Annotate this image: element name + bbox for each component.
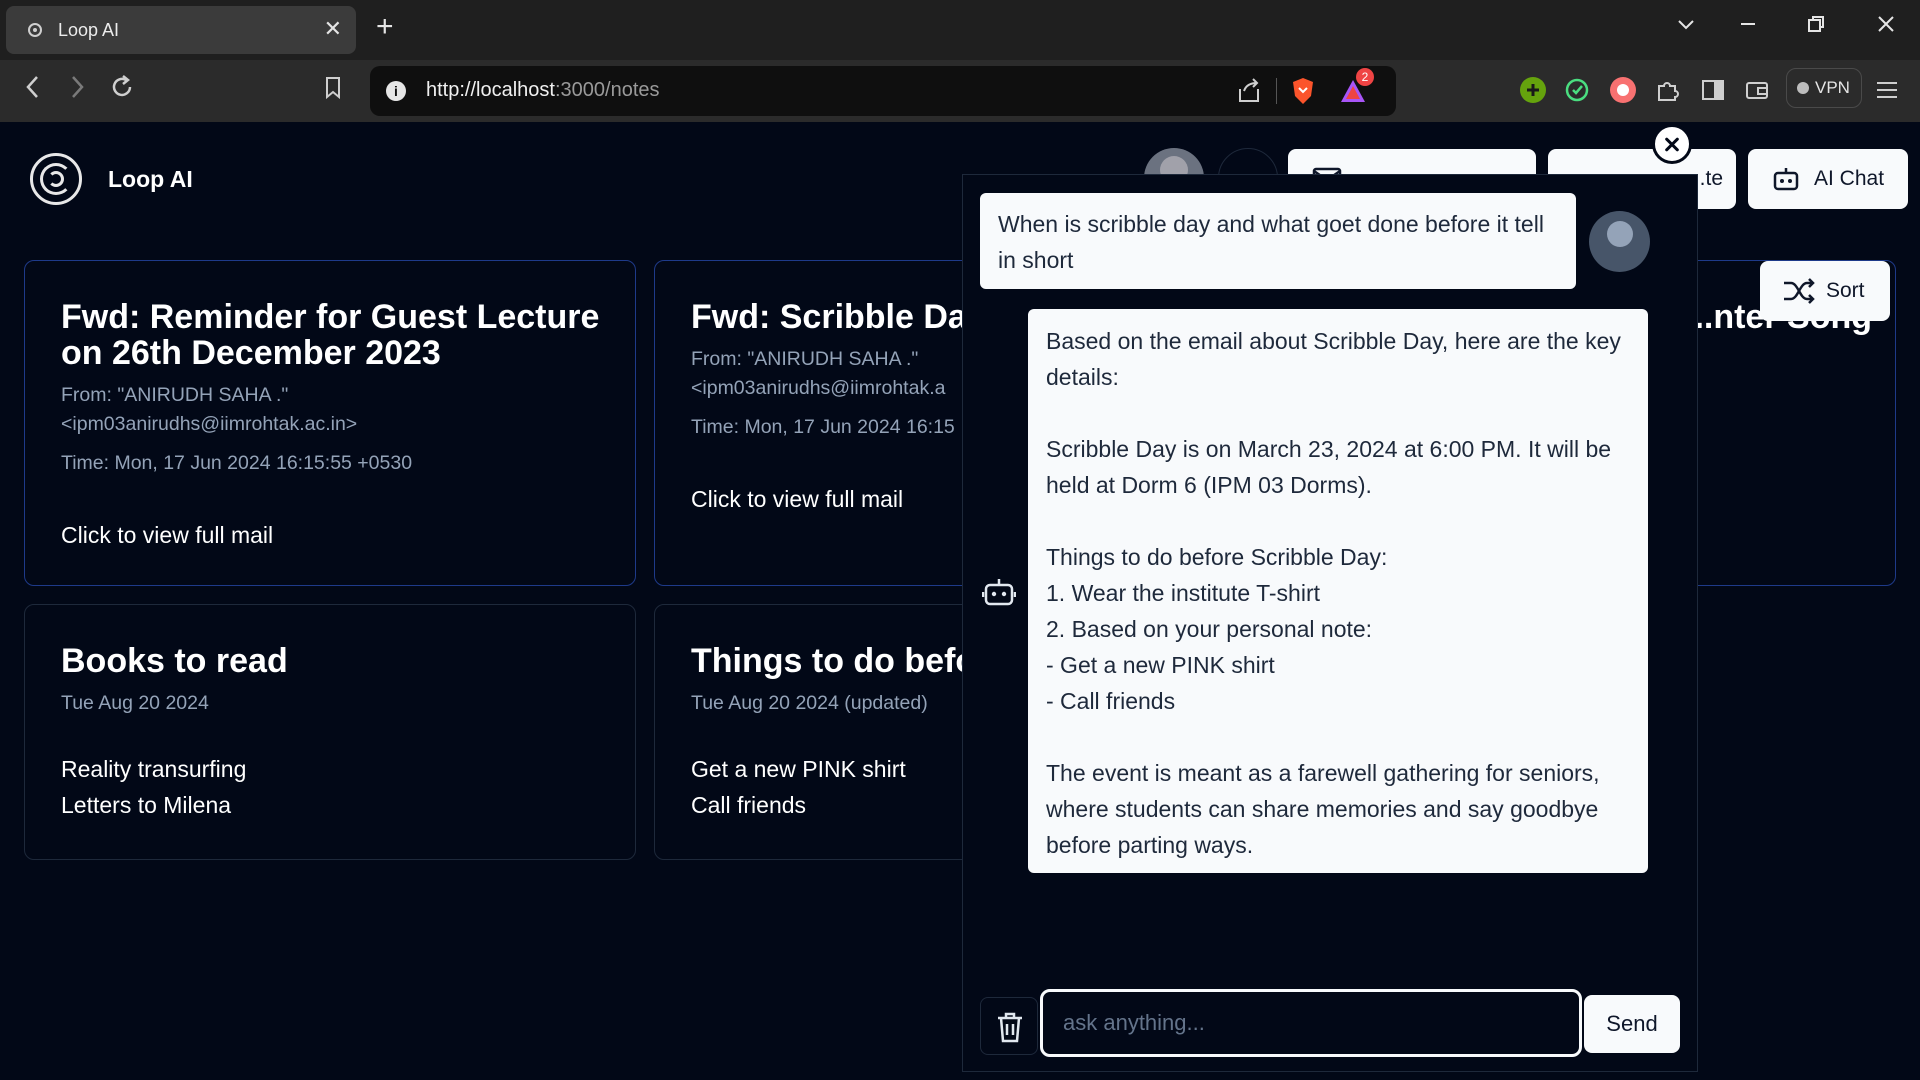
trash-icon xyxy=(998,1012,1022,1043)
browser-toolbar: i http://localhost:3000/notes 2 VPN xyxy=(0,60,1920,122)
reload-icon[interactable] xyxy=(108,72,136,110)
favicon-icon xyxy=(28,23,42,37)
chat-input[interactable] xyxy=(1040,989,1582,1057)
notification-badge: 2 xyxy=(1356,68,1374,86)
note-from: From: "ANIRUDH SAHA ." <ipm03anirudhs@ii… xyxy=(691,348,946,399)
extension-record-icon[interactable] xyxy=(1610,77,1636,103)
bot-avatar-icon xyxy=(981,576,1017,613)
tab-search-icon[interactable] xyxy=(1676,14,1696,40)
bot-message: Based on the email about Scribble Day, h… xyxy=(1028,309,1648,873)
note-content: Reality transurfing Letters to Milena xyxy=(61,756,247,818)
ai-chat-button[interactable]: AI Chat xyxy=(1748,149,1908,209)
close-tab-icon[interactable]: ✕ xyxy=(324,16,342,42)
tab-title: Loop AI xyxy=(58,20,120,40)
forward-icon[interactable] xyxy=(66,72,88,110)
note-title: Fwd: Scribble Day xyxy=(691,298,986,336)
note-date: Tue Aug 20 2024 xyxy=(61,692,209,714)
user-message-text: When is scribble day and what goet done … xyxy=(998,211,1544,273)
bookmark-icon[interactable] xyxy=(322,72,344,110)
brand-name: Loop AI xyxy=(108,166,193,192)
browser-tab[interactable]: Loop AI ✕ xyxy=(6,6,356,54)
extension-timer-icon[interactable] xyxy=(1564,77,1590,103)
note-title: Things to do befo xyxy=(691,642,977,680)
minimize-icon[interactable] xyxy=(1738,14,1758,40)
address-bar[interactable]: i http://localhost:3000/notes 2 xyxy=(370,66,1396,116)
note-title: Fwd: Reminder for Guest Lecture on 26th … xyxy=(61,298,600,372)
restore-icon[interactable] xyxy=(1806,14,1826,40)
new-tab-button[interactable]: + xyxy=(376,12,394,42)
sort-button[interactable]: Sort xyxy=(1760,261,1890,321)
extension-plus-icon[interactable] xyxy=(1520,77,1546,103)
note-from: From: "ANIRUDH SAHA ." <ipm03anirudhs@ii… xyxy=(61,384,358,435)
share-icon[interactable] xyxy=(1236,77,1262,110)
brave-shield-icon[interactable] xyxy=(1290,76,1316,111)
url-text[interactable]: http://localhost:3000/notes xyxy=(426,79,660,102)
send-button[interactable]: Send xyxy=(1584,995,1680,1053)
window-close-icon[interactable] xyxy=(1876,14,1896,40)
user-avatar xyxy=(1589,211,1650,272)
note-card[interactable]: Fwd: Reminder for Guest Lecture on 26th … xyxy=(24,260,636,586)
shuffle-icon xyxy=(1782,276,1816,312)
clear-chat-button[interactable] xyxy=(980,997,1038,1055)
note-content: Get a new PINK shirt Call friends xyxy=(691,756,906,818)
note-title: Books to read xyxy=(61,642,288,680)
note-time: Time: Mon, 17 Jun 2024 16:15 xyxy=(691,416,955,438)
user-message: When is scribble day and what goet done … xyxy=(980,193,1576,289)
back-icon[interactable] xyxy=(22,72,44,110)
bot-message-text: Based on the email about Scribble Day, h… xyxy=(1046,328,1621,858)
view-full-mail-link[interactable]: Click to view full mail xyxy=(691,481,903,517)
vpn-status-icon xyxy=(1797,82,1809,94)
loop-logo-icon xyxy=(30,153,82,205)
view-full-mail-link[interactable]: Click to view full mail xyxy=(61,517,273,553)
browser-tab-strip: Loop AI ✕ + xyxy=(0,0,1920,60)
vpn-button[interactable]: VPN xyxy=(1786,68,1862,108)
note-time: Time: Mon, 17 Jun 2024 16:15:55 +0530 xyxy=(61,452,413,474)
note-date: Tue Aug 20 2024 (updated) xyxy=(691,692,928,714)
extensions-puzzle-icon[interactable] xyxy=(1654,77,1680,103)
close-chat-button[interactable] xyxy=(1652,124,1692,164)
wallet-icon[interactable] xyxy=(1744,77,1770,103)
site-info-icon[interactable]: i xyxy=(386,81,406,101)
menu-icon[interactable] xyxy=(1874,77,1900,103)
sidebar-toggle-icon[interactable] xyxy=(1700,77,1726,103)
bot-icon xyxy=(1772,166,1800,198)
note-card[interactable]: Books to read Tue Aug 20 2024 Reality tr… xyxy=(24,604,636,860)
divider xyxy=(1276,78,1277,104)
